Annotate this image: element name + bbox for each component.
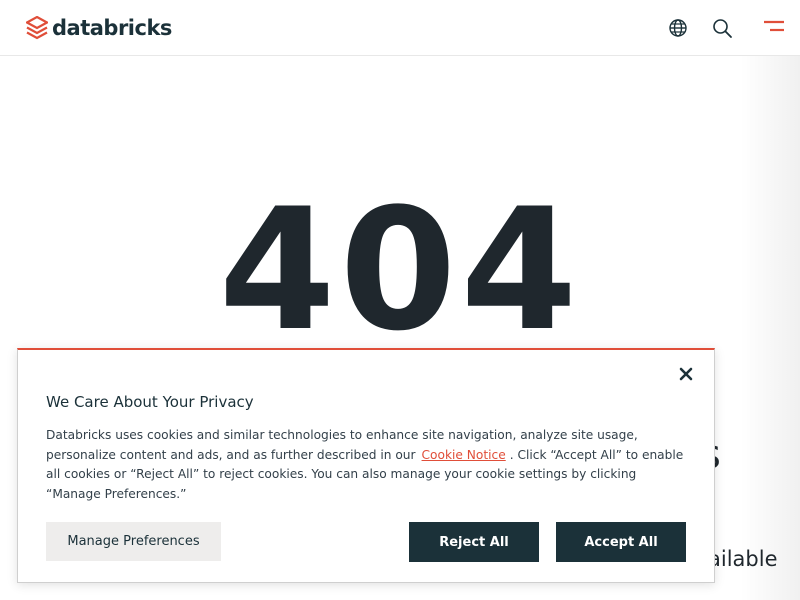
error-code-heading: 404: [218, 172, 582, 368]
cookie-dialog-body: Databricks uses cookies and similar tech…: [46, 426, 686, 504]
manage-preferences-button[interactable]: Manage Preferences: [46, 522, 221, 561]
close-icon[interactable]: [676, 364, 696, 384]
databricks-logo[interactable]: databricks: [26, 14, 172, 42]
site-header: databricks: [0, 0, 800, 56]
databricks-logo-icon: [26, 16, 48, 40]
globe-icon[interactable]: [667, 17, 689, 39]
cookie-dialog-title: We Care About Your Privacy: [46, 393, 254, 411]
logo-text: databricks: [52, 16, 172, 40]
reject-all-button[interactable]: Reject All: [409, 522, 539, 562]
cookie-notice-link[interactable]: Cookie Notice: [422, 448, 506, 462]
accept-all-button[interactable]: Accept All: [556, 522, 686, 562]
search-icon[interactable]: [711, 17, 733, 39]
cookie-consent-dialog: We Care About Your Privacy Databricks us…: [17, 348, 715, 583]
menu-icon[interactable]: [763, 20, 785, 34]
obscured-text-available: ailable: [708, 547, 778, 571]
